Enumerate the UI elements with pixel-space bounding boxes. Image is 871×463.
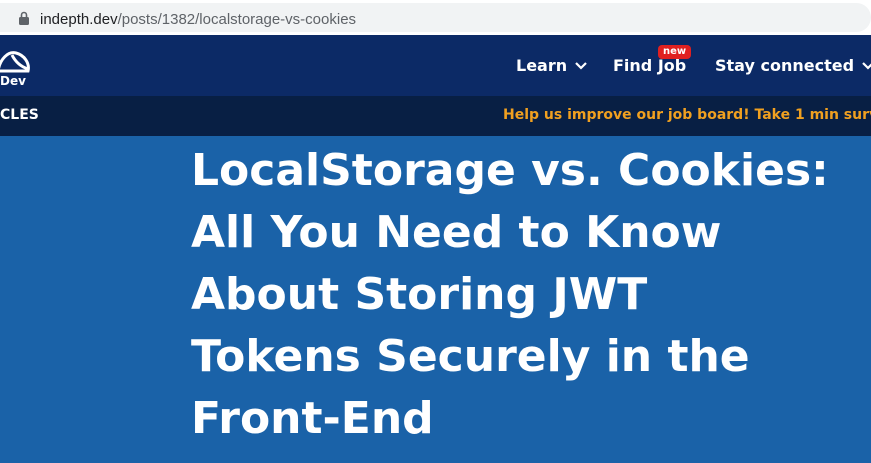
browser-address-bar: indepth.dev/posts/1382/localstorage-vs-c… bbox=[0, 0, 871, 35]
title-line: About Storing JWT bbox=[191, 269, 648, 320]
url-field[interactable]: indepth.dev/posts/1382/localstorage-vs-c… bbox=[0, 3, 871, 32]
nav-learn[interactable]: Learn bbox=[516, 35, 587, 96]
lock-icon[interactable] bbox=[18, 11, 30, 25]
url-host: indepth.dev bbox=[40, 11, 118, 28]
nav-stay-connected[interactable]: Stay connected bbox=[715, 35, 871, 96]
url-path: /posts/1382/localstorage-vs-cookies bbox=[117, 11, 357, 28]
articles-link[interactable]: CLES bbox=[0, 107, 39, 123]
new-badge: new bbox=[658, 45, 692, 59]
logo-text: Dev bbox=[0, 74, 26, 88]
article-hero: LocalStorage vs. Cookies: All You Need t… bbox=[0, 136, 871, 463]
nav-stay-connected-label: Stay connected bbox=[715, 56, 855, 75]
title-line: LocalStorage vs. Cookies: bbox=[191, 145, 829, 196]
top-navigation: Dev Learn Find Job new Stay connected bbox=[0, 35, 871, 96]
secondary-bar: CLES Help us improve our job board! Take… bbox=[0, 96, 871, 136]
chevron-down-icon bbox=[862, 61, 871, 70]
job-board-survey-link[interactable]: Help us improve our job board! Take 1 mi… bbox=[503, 107, 871, 123]
url-text[interactable]: indepth.dev/posts/1382/localstorage-vs-c… bbox=[40, 11, 356, 28]
chevron-down-icon bbox=[575, 61, 587, 70]
article-title: LocalStorage vs. Cookies: All You Need t… bbox=[191, 140, 851, 450]
title-line: Tokens Securely in the bbox=[191, 331, 750, 382]
nav-learn-label: Learn bbox=[516, 56, 568, 75]
title-line: All You Need to Know bbox=[191, 207, 722, 258]
title-line: Front-End bbox=[191, 393, 434, 444]
